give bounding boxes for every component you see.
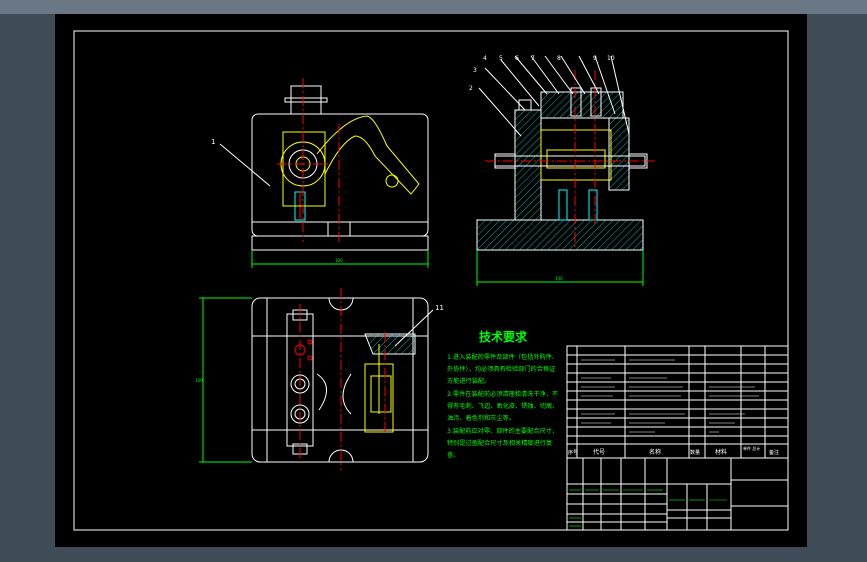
callout-1: 1 — [211, 138, 215, 146]
callout-6: 6 — [515, 55, 519, 62]
side-view: 100 2 3 4 5 6 7 8 9 10 — [469, 55, 655, 286]
svg-text:100: 100 — [555, 276, 563, 281]
tech-line-4: 2.零件在装配前必须清理和清洗干净，不 — [447, 390, 558, 398]
col-qty: 数量 — [690, 449, 700, 456]
callout-10: 10 — [607, 55, 615, 62]
outer-frame — [73, 30, 789, 531]
callout-3: 3 — [473, 67, 477, 74]
title-block: 序号 代号 名称 数量 材料 单件 总计 备注 — [566, 345, 789, 531]
svg-text:100: 100 — [335, 258, 343, 263]
col-code: 代号 — [593, 448, 605, 456]
tech-line-6: 油污、着色剂和灰尘等。 — [447, 414, 515, 422]
tech-line-8: 特别是过盈配合尺寸及相关精度进行复 — [447, 439, 552, 447]
drawing-canvas[interactable]: 100 1 100 2 3 4 5 6 7 8 9 10 100 11 技术要求… — [55, 14, 807, 547]
callout-8: 8 — [557, 55, 561, 62]
tech-title: 技术要求 — [479, 329, 528, 344]
col-weight: 单件 总计 — [743, 445, 760, 451]
col-no: 序号 — [568, 449, 578, 456]
col-remark: 备注 — [769, 449, 779, 456]
svg-text:100: 100 — [195, 378, 203, 383]
tech-line-2: 外协件），均必须具有检验部门的合格证 — [447, 365, 555, 373]
tech-line-3: 方能进行装配。 — [447, 377, 490, 385]
window-top-strip — [0, 0, 867, 14]
technical-requirements: 技术要求 1.进入装配的零件及部件（包括外购件、 外协件），均必须具有检验部门的… — [447, 329, 558, 459]
callout-2: 2 — [469, 85, 473, 92]
tech-line-1: 1.进入装配的零件及部件（包括外购件、 — [447, 353, 558, 361]
callout-4: 4 — [483, 55, 487, 62]
tech-line-5: 得有毛刺、飞边、氧化皮、锈蚀、切屑、 — [447, 402, 558, 410]
callout-9: 9 — [593, 55, 597, 62]
drawing-svg: 100 1 100 2 3 4 5 6 7 8 9 10 100 11 技术要求… — [73, 30, 789, 531]
callout-11: 11 — [435, 304, 444, 312]
cad-viewport: 100 1 100 2 3 4 5 6 7 8 9 10 100 11 技术要求… — [0, 0, 867, 562]
tech-line-7: 3.装配前应对零、部件的主要配合尺寸， — [447, 427, 558, 435]
callout-7: 7 — [531, 55, 535, 62]
callout-5: 5 — [499, 55, 503, 62]
col-material: 材料 — [715, 448, 727, 456]
front-view: 100 1 — [211, 78, 429, 268]
top-view: 100 11 — [195, 288, 444, 470]
col-name: 名称 — [649, 448, 661, 456]
tech-line-9: 查。 — [447, 451, 459, 459]
